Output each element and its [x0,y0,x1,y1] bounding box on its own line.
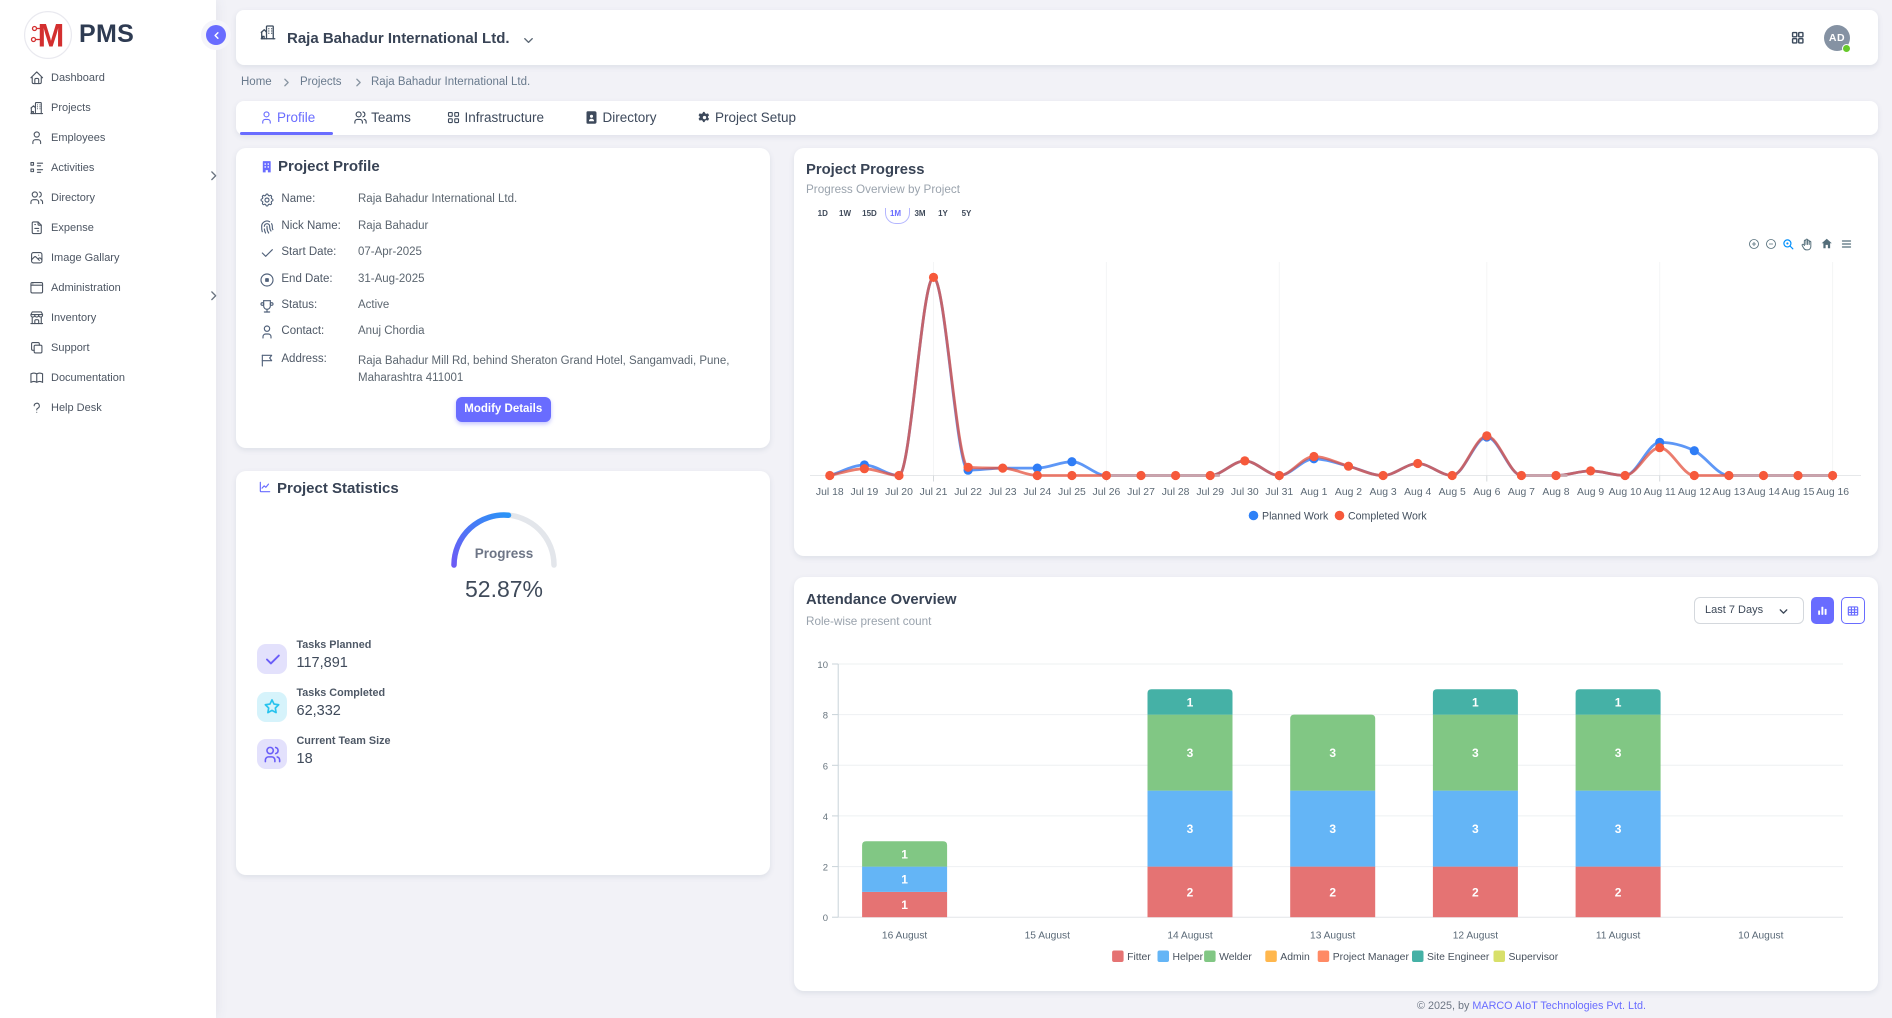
svg-text:Completed Work: Completed Work [1348,511,1427,523]
svg-text:14 August: 14 August [1167,931,1212,942]
svg-text:Jul 26: Jul 26 [1093,487,1121,498]
svg-text:3: 3 [1615,746,1622,760]
svg-text:Supervisor: Supervisor [1509,952,1559,963]
svg-text:Aug 9: Aug 9 [1577,487,1604,498]
svg-text:3: 3 [1472,822,1479,836]
svg-text:3: 3 [1329,822,1336,836]
svg-text:3: 3 [1187,746,1194,760]
svg-text:2: 2 [823,863,828,874]
svg-text:4: 4 [823,812,828,823]
svg-text:Jul 31: Jul 31 [1265,487,1293,498]
svg-text:12 August: 12 August [1453,931,1498,942]
svg-text:2: 2 [1615,885,1622,899]
svg-text:3: 3 [1187,822,1194,836]
svg-text:M: M [38,18,65,54]
svg-text:Aug 3: Aug 3 [1370,487,1397,498]
svg-text:2: 2 [1187,885,1194,899]
svg-text:0: 0 [823,913,828,924]
svg-text:1: 1 [901,847,908,861]
svg-text:Jul 30: Jul 30 [1231,487,1259,498]
svg-text:Aug 11: Aug 11 [1644,487,1676,498]
svg-text:Jul 29: Jul 29 [1196,487,1224,498]
svg-text:3: 3 [1472,746,1479,760]
svg-text:15 August: 15 August [1025,931,1070,942]
svg-text:Project Manager: Project Manager [1333,952,1410,963]
svg-text:Aug 2: Aug 2 [1335,487,1362,498]
svg-text:1: 1 [1472,696,1479,710]
svg-text:Aug 7: Aug 7 [1508,487,1535,498]
svg-text:Fitter: Fitter [1127,952,1151,963]
svg-text:Aug 1: Aug 1 [1300,487,1327,498]
svg-text:Jul 23: Jul 23 [989,487,1017,498]
svg-text:Aug 4: Aug 4 [1404,487,1431,498]
svg-text:1: 1 [1187,696,1194,710]
svg-text:Aug 8: Aug 8 [1542,487,1569,498]
svg-text:6: 6 [823,761,828,772]
svg-text:Jul 28: Jul 28 [1162,487,1190,498]
svg-text:2: 2 [1329,885,1336,899]
svg-text:10: 10 [817,660,828,671]
svg-text:Aug 12: Aug 12 [1678,487,1711,498]
svg-text:Jul 18: Jul 18 [816,487,844,498]
svg-text:Aug 16: Aug 16 [1816,487,1849,498]
svg-text:Aug 10: Aug 10 [1609,487,1642,498]
svg-text:Jul 24: Jul 24 [1023,487,1051,498]
svg-text:Admin: Admin [1280,952,1310,963]
svg-text:1: 1 [901,873,908,887]
svg-text:13 August: 13 August [1310,931,1355,942]
svg-text:Jul 22: Jul 22 [954,487,982,498]
svg-text:Aug 6: Aug 6 [1473,487,1500,498]
svg-text:1: 1 [901,898,908,912]
svg-text:11 August: 11 August [1596,931,1641,942]
svg-text:2: 2 [1472,885,1479,899]
svg-text:1: 1 [1615,696,1622,710]
svg-text:Welder: Welder [1219,952,1252,963]
svg-text:Jul 21: Jul 21 [920,487,948,498]
svg-text:3: 3 [1615,822,1622,836]
svg-text:16 August: 16 August [882,931,927,942]
svg-text:8: 8 [823,711,828,722]
svg-text:Site Engineer: Site Engineer [1427,952,1490,963]
svg-text:Aug 5: Aug 5 [1439,487,1466,498]
svg-text:Helper: Helper [1173,952,1204,963]
svg-text:Jul 25: Jul 25 [1058,487,1086,498]
svg-text:Aug 15: Aug 15 [1782,487,1815,498]
svg-text:Aug 14: Aug 14 [1747,487,1780,498]
svg-text:Planned Work: Planned Work [1262,511,1329,523]
svg-text:Jul 19: Jul 19 [851,487,879,498]
svg-text:Jul 20: Jul 20 [885,487,913,498]
svg-text:3: 3 [1329,746,1336,760]
svg-text:Jul 27: Jul 27 [1127,487,1155,498]
svg-text:Aug 13: Aug 13 [1712,487,1745,498]
svg-text:10 August: 10 August [1738,931,1783,942]
